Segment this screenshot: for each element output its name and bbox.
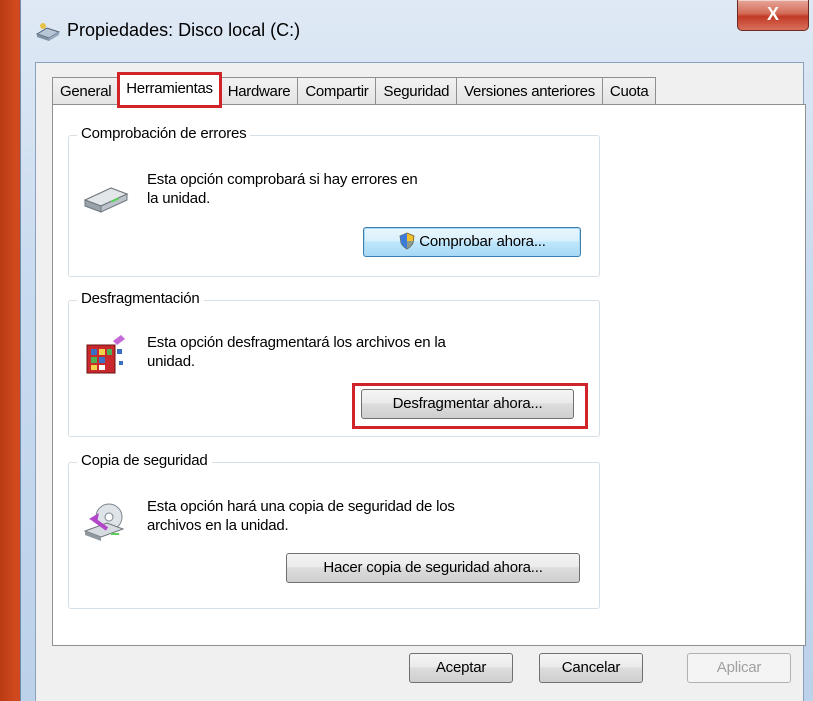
group-title-backup: Copia de seguridad <box>77 452 212 469</box>
error-check-text-line1: Esta opción comprobará si hay errores en <box>147 171 418 188</box>
properties-dialog: Propiedades: Disco local (C:) X General … <box>20 0 813 701</box>
tab-herramientas[interactable]: Herramientas <box>117 72 222 108</box>
close-icon: X <box>766 4 779 24</box>
backup-description: Esta opción hará una copia de seguridad … <box>147 497 547 535</box>
title-bar[interactable]: Propiedades: Disco local (C:) X <box>21 0 813 62</box>
dialog-client-area: General Herramientas Hardware Compartir … <box>35 62 806 701</box>
group-error-check: Comprobación de errores Esta opción comp… <box>68 125 600 277</box>
group-defrag: Desfragmentación Esta opción desfragment… <box>68 290 600 437</box>
apply-button[interactable]: Aplicar <box>687 653 791 683</box>
hard-drive-icon <box>83 187 129 213</box>
close-button[interactable]: X <box>737 0 809 31</box>
check-now-button[interactable]: Comprobar ahora... <box>363 227 581 257</box>
tab-seguridad[interactable]: Seguridad <box>375 77 458 106</box>
backup-now-label: Hacer copia de seguridad ahora... <box>323 559 543 576</box>
tab-general[interactable]: General <box>52 77 120 106</box>
defrag-now-label: Desfragmentar ahora... <box>392 395 543 412</box>
tab-panel-herramientas: Comprobación de errores Esta opción comp… <box>52 104 806 646</box>
defrag-icon <box>86 335 125 374</box>
defrag-text-line1: Esta opción desfragmentará los archivos … <box>147 334 446 351</box>
defrag-text-line2: unidad. <box>147 353 195 370</box>
backup-text-line2: archivos en la unidad. <box>147 517 289 534</box>
window-title: Propiedades: Disco local (C:) <box>67 20 301 40</box>
tab-hardware[interactable]: Hardware <box>219 77 299 106</box>
backup-now-button[interactable]: Hacer copia de seguridad ahora... <box>286 553 580 583</box>
tab-strip: General Herramientas Hardware Compartir … <box>52 72 657 108</box>
backup-text-line1: Esta opción hará una copia de seguridad … <box>147 498 455 515</box>
check-now-label: Comprobar ahora... <box>419 233 546 250</box>
tab-versiones-anteriores[interactable]: Versiones anteriores <box>456 77 603 106</box>
drive-properties-icon <box>35 23 61 41</box>
backup-icon <box>83 503 125 541</box>
group-backup: Copia de seguridad Esta opción hará una … <box>68 452 600 609</box>
tab-compartir[interactable]: Compartir <box>297 77 377 106</box>
uac-shield-icon <box>399 232 415 249</box>
ok-label: Aceptar <box>435 659 487 676</box>
error-check-description: Esta opción comprobará si hay errores en… <box>147 170 547 208</box>
group-title-defrag: Desfragmentación <box>77 290 204 307</box>
defrag-now-button[interactable]: Desfragmentar ahora... <box>361 389 574 419</box>
ok-button[interactable]: Aceptar <box>409 653 513 683</box>
apply-label: Aplicar <box>716 659 762 676</box>
defrag-description: Esta opción desfragmentará los archivos … <box>147 333 547 371</box>
group-title-error-check: Comprobación de errores <box>77 125 251 142</box>
error-check-text-line2: la unidad. <box>147 190 211 207</box>
cancel-label: Cancelar <box>561 659 621 676</box>
cancel-button[interactable]: Cancelar <box>539 653 643 683</box>
tab-cuota[interactable]: Cuota <box>601 77 657 106</box>
